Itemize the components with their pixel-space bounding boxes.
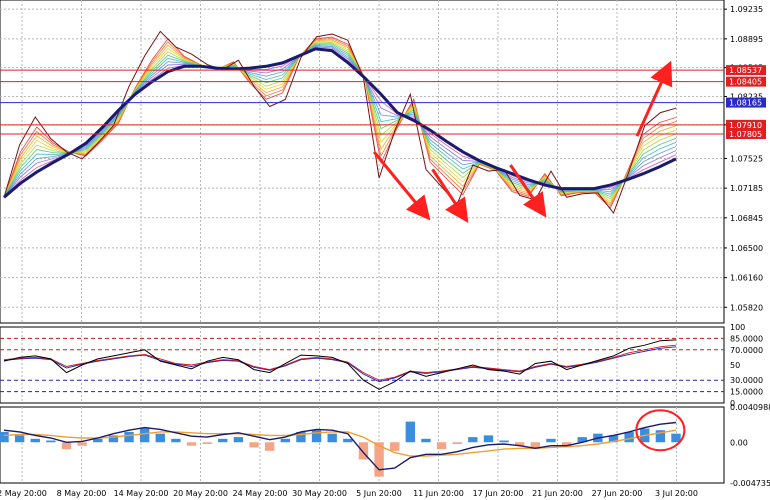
macd-histogram-bar bbox=[77, 442, 87, 446]
y-tick-label: 1.06845 bbox=[730, 214, 763, 223]
macd-histogram-bar bbox=[30, 438, 40, 443]
macd-histogram-bar bbox=[436, 442, 447, 450]
rsi-tick-label: 50 bbox=[730, 361, 740, 370]
macd-tick-label: 0.00 bbox=[730, 438, 748, 447]
macd-histogram-bar bbox=[46, 440, 56, 443]
x-tick-label: 5 Jun 20:00 bbox=[356, 489, 402, 498]
x-tick-label: 3 Jul 20:00 bbox=[655, 489, 698, 498]
macd-histogram-bar bbox=[61, 442, 72, 450]
x-tick-label: 24 May 20:00 bbox=[233, 489, 288, 498]
rsi-tick-label: 30.0000 bbox=[730, 376, 763, 385]
y-tick-label: 1.07525 bbox=[730, 154, 763, 163]
chart-canvas[interactable]: 2 May 20:00 8 May 20:00 14 May 20:00 20 May… bbox=[0, 0, 770, 500]
macd-histogram-bar bbox=[280, 438, 290, 443]
macd-histogram-bar bbox=[218, 438, 228, 443]
price-tag-label: 1.08165 bbox=[729, 99, 762, 108]
macd-histogram-bar bbox=[186, 442, 197, 446]
x-tick-label: 27 Jun 20:00 bbox=[592, 489, 643, 498]
y-tick-label: 1.07185 bbox=[730, 184, 763, 193]
macd-histogram-bar bbox=[249, 442, 259, 448]
y-tick-label: 1.09235 bbox=[730, 5, 763, 14]
macd-histogram-bar bbox=[0, 431, 9, 443]
macd-histogram-bar bbox=[452, 442, 462, 444]
macd-histogram-bar bbox=[14, 435, 25, 443]
macd-tick-label: -0.0047358 bbox=[730, 479, 770, 488]
y-tick-label: 1.06160 bbox=[730, 274, 763, 283]
y-tick-label: 1.05820 bbox=[730, 303, 763, 312]
x-tick-label: 11 Jun 20:00 bbox=[413, 489, 464, 498]
macd-histogram-bar bbox=[546, 438, 556, 443]
x-tick-label: 30 May 20:00 bbox=[292, 489, 347, 498]
macd-histogram-bar bbox=[421, 438, 431, 443]
macd-histogram-bar bbox=[155, 433, 165, 443]
macd-histogram-bar bbox=[264, 442, 275, 451]
price-tag-label: 1.07805 bbox=[729, 130, 762, 139]
macd-histogram-bar bbox=[202, 442, 212, 444]
macd-histogram-bar bbox=[171, 438, 181, 443]
x-tick-label: 21 Jun 20:00 bbox=[532, 489, 583, 498]
x-tick-label: 20 May 20:00 bbox=[173, 489, 228, 498]
macd-histogram-bar bbox=[624, 431, 634, 443]
macd-histogram-bar bbox=[499, 440, 509, 443]
macd-histogram-bar bbox=[233, 437, 244, 443]
y-tick-label: 1.06500 bbox=[730, 244, 763, 253]
price-tag-label: 1.07910 bbox=[729, 121, 762, 130]
x-tick-label: 17 Jun 20:00 bbox=[473, 489, 524, 498]
rsi-tick-label: 15.0000 bbox=[730, 388, 763, 397]
macd-histogram-bar bbox=[671, 433, 681, 443]
macd-histogram-bar bbox=[124, 431, 134, 443]
macd-histogram-bar bbox=[405, 421, 416, 443]
macd-tick-label: 0.0040988 bbox=[730, 403, 770, 412]
chart-window: 2 May 20:00 8 May 20:00 14 May 20:00 20 May… bbox=[0, 0, 770, 500]
x-tick-label: 14 May 20:00 bbox=[114, 489, 169, 498]
rsi-tick-label: 85.0000 bbox=[730, 334, 763, 343]
macd-histogram-bar bbox=[468, 437, 478, 443]
price-tag-label: 1.08537 bbox=[729, 66, 762, 75]
rsi-tick-label: 70.0000 bbox=[730, 346, 763, 355]
macd-histogram-bar bbox=[327, 433, 337, 443]
y-tick-label: 1.08895 bbox=[730, 35, 763, 44]
x-tick-label: 2 May 20:00 bbox=[0, 489, 47, 498]
macd-histogram-bar bbox=[139, 428, 150, 443]
rsi-tick-label: 100 bbox=[730, 323, 745, 332]
x-tick-label: 8 May 20:00 bbox=[57, 489, 107, 498]
macd-histogram-bar bbox=[483, 435, 494, 443]
pane-price bbox=[0, 0, 725, 324]
macd-histogram-bar bbox=[390, 442, 400, 451]
price-tag-label: 1.08405 bbox=[729, 78, 762, 87]
macd-histogram-bar bbox=[343, 438, 353, 443]
